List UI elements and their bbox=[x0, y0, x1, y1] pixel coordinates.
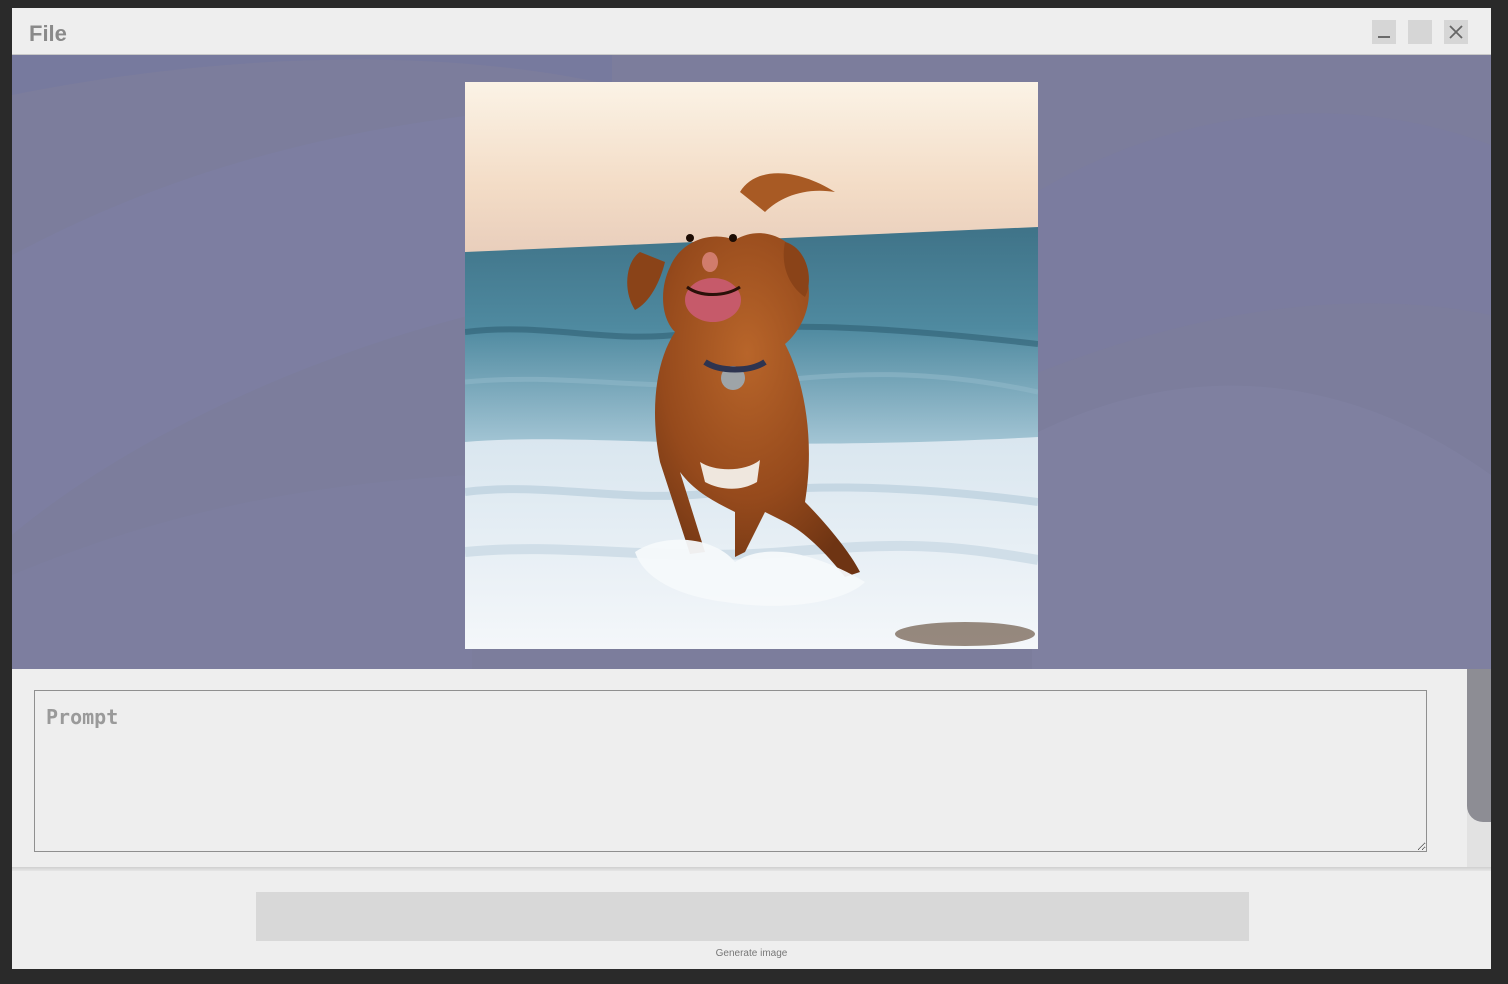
file-menu[interactable]: File bbox=[29, 21, 67, 47]
prompt-input[interactable] bbox=[34, 690, 1427, 852]
generate-image-button[interactable] bbox=[256, 892, 1249, 941]
prompt-scrollbar[interactable] bbox=[1467, 669, 1491, 871]
image-canvas bbox=[12, 55, 1491, 669]
app-window: File Prompt Generate image bbox=[12, 8, 1491, 969]
scrollbar-thumb[interactable] bbox=[1467, 669, 1491, 822]
generated-image bbox=[465, 82, 1038, 649]
maximize-button[interactable] bbox=[1408, 20, 1432, 44]
footer-bar: Generate image bbox=[12, 871, 1491, 969]
close-icon bbox=[1449, 25, 1463, 39]
minimize-icon bbox=[1378, 36, 1390, 38]
title-bar: File bbox=[12, 8, 1491, 55]
prompt-section bbox=[12, 669, 1467, 869]
generate-image-label[interactable]: Generate image bbox=[12, 948, 1491, 959]
close-button[interactable] bbox=[1444, 20, 1468, 44]
dog-beach-photo bbox=[465, 82, 1038, 649]
minimize-button[interactable] bbox=[1372, 20, 1396, 44]
